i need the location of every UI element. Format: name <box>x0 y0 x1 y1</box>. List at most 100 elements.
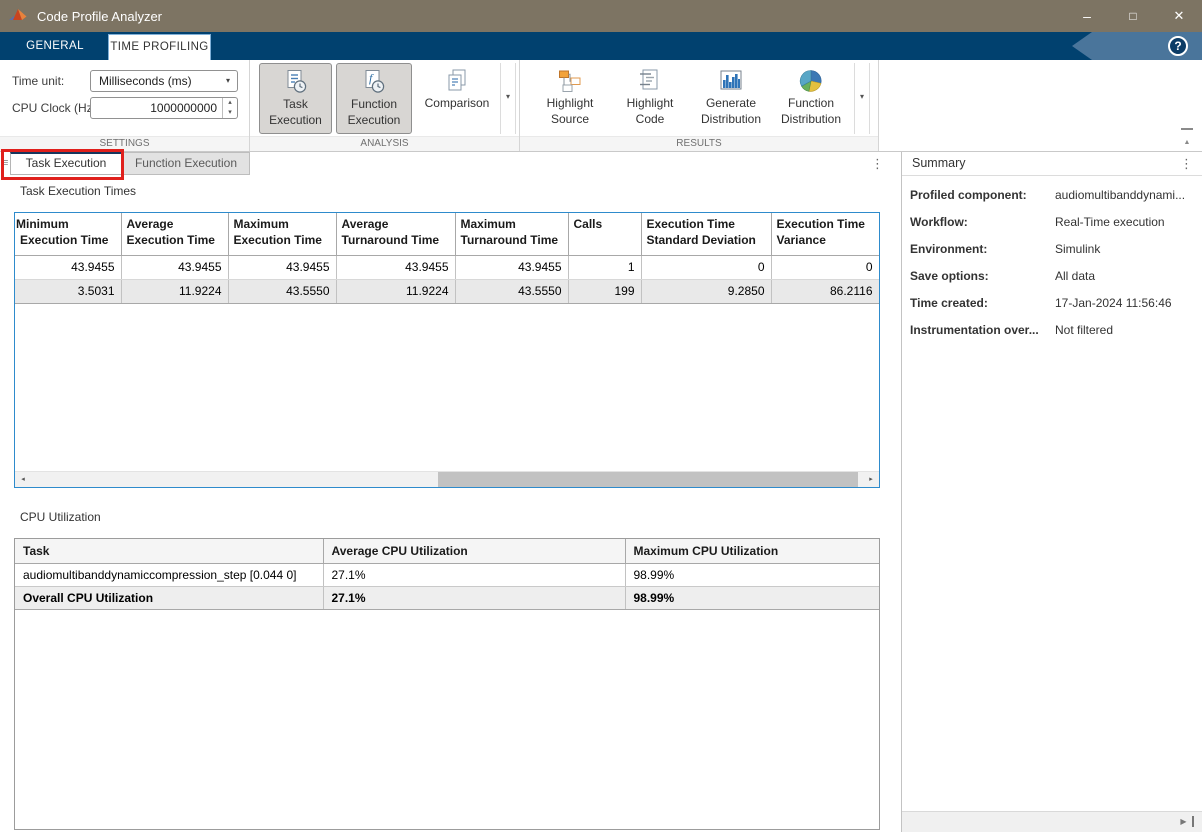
cell: 0 <box>641 255 771 279</box>
help-icon[interactable]: ? <box>1168 36 1188 56</box>
cell: 43.9455 <box>336 255 455 279</box>
time-unit-dropdown[interactable]: Milliseconds (ms) ▾ <box>90 70 238 92</box>
document-tab-bar: ≡ Task Execution Function Execution ⋮ <box>0 152 901 175</box>
section-divider <box>878 60 879 151</box>
scroll-left-icon[interactable]: ◂ <box>15 472 31 487</box>
exec-table-header-row: MinimumExecution Time AverageExecution T… <box>15 213 879 255</box>
cell: 43.5550 <box>228 279 336 303</box>
toolstrip: Time unit: Milliseconds (ms) ▾ CPU Clock… <box>0 60 1202 152</box>
cell: 3.5031 <box>15 279 121 303</box>
cell: 43.5550 <box>455 279 568 303</box>
generate-distribution-label-1: Generate <box>692 95 770 111</box>
cell: 11.9224 <box>121 279 228 303</box>
task-execution-label-2: Execution <box>260 112 331 128</box>
highlight-source-label-2: Source <box>532 111 608 127</box>
cell: audiomultibanddynamiccompression_step [0… <box>15 563 323 586</box>
cell: 43.9455 <box>228 255 336 279</box>
analysis-gallery-dropdown[interactable]: ▾ <box>500 63 516 134</box>
cell: 98.99% <box>625 586 879 609</box>
field-label: Instrumentation over... <box>910 323 1054 337</box>
dock-right-button[interactable]: ▶ <box>1180 816 1194 828</box>
spin-up-icon[interactable]: ▴ <box>223 98 237 108</box>
chevron-down-icon: ▾ <box>506 92 510 101</box>
task-execution-times-heading: Task Execution Times <box>20 184 136 198</box>
table-row[interactable]: 3.5031 11.9224 43.5550 11.9224 43.5550 1… <box>15 279 879 303</box>
cell: 199 <box>568 279 641 303</box>
time-unit-label: Time unit: <box>12 70 64 92</box>
field-label: Time created: <box>910 296 1054 310</box>
summary-menu-icon[interactable]: ⋮ <box>1180 156 1193 172</box>
field-value: Simulink <box>1055 242 1198 256</box>
collapse-toolstrip-button[interactable]: ▲ <box>1181 128 1193 149</box>
cpu-clock-spin-buttons: ▴ ▾ <box>222 98 237 118</box>
cell: 27.1% <box>323 586 625 609</box>
column-header[interactable]: MaximumExecution Time <box>228 213 336 255</box>
spin-down-icon[interactable]: ▾ <box>223 108 237 118</box>
cell: 11.9224 <box>336 279 455 303</box>
function-distribution-icon <box>798 68 824 94</box>
dock-right-bar <box>1192 816 1194 827</box>
cell: 27.1% <box>323 563 625 586</box>
task-execution-times-table: MinimumExecution Time AverageExecution T… <box>14 212 880 488</box>
cell: 0 <box>771 255 879 279</box>
tab-task-execution[interactable]: Task Execution <box>10 152 122 175</box>
column-header[interactable]: Average CPU Utilization <box>323 539 625 563</box>
results-gallery-dropdown[interactable]: ▾ <box>854 63 870 134</box>
column-header[interactable]: AverageTurnaround Time <box>336 213 455 255</box>
cpu-utilization-table: Task Average CPU Utilization Maximum CPU… <box>14 538 880 830</box>
summary-header: Summary ⋮ <box>902 152 1202 176</box>
column-header[interactable]: Calls <box>568 213 641 255</box>
field-label: Save options: <box>910 269 1054 283</box>
maximize-icon[interactable]: □ <box>1110 0 1156 32</box>
cell: 86.2116 <box>771 279 879 303</box>
function-distribution-button[interactable]: Function Distribution <box>772 63 850 134</box>
cell: 9.2850 <box>641 279 771 303</box>
column-header[interactable]: Execution TimeVariance <box>771 213 879 255</box>
cell: 1 <box>568 255 641 279</box>
close-icon[interactable]: ✕ <box>1156 0 1202 32</box>
column-header[interactable]: MinimumExecution Time <box>15 213 121 255</box>
cpu-clock-input[interactable] <box>91 98 221 118</box>
comparison-button[interactable]: Comparison <box>417 63 497 134</box>
scrollbar-thumb[interactable] <box>438 472 858 487</box>
column-header[interactable]: MaximumTurnaround Time <box>455 213 568 255</box>
horizontal-scrollbar[interactable]: ◂ ▸ <box>15 471 879 487</box>
function-execution-label-2: Execution <box>337 112 411 128</box>
profiling-pane: ≡ Task Execution Function Execution ⋮ Ta… <box>0 152 901 832</box>
code-profile-analyzer-window: Code Profile Analyzer – □ ✕ GENERAL TIME… <box>0 0 1202 832</box>
field-label: Workflow: <box>910 215 1054 229</box>
tab-time-profiling[interactable]: TIME PROFILING <box>108 34 211 60</box>
column-header[interactable]: Maximum CPU Utilization <box>625 539 879 563</box>
highlight-source-label-1: Highlight <box>532 95 608 111</box>
results-section-label: RESULTS <box>520 136 878 151</box>
chevron-down-icon: ▾ <box>860 92 864 101</box>
task-execution-label-1: Task <box>260 96 331 112</box>
tab-function-execution[interactable]: Function Execution <box>122 152 250 175</box>
generate-distribution-label-2: Distribution <box>692 111 770 127</box>
generate-distribution-button[interactable]: Generate Distribution <box>692 63 770 134</box>
tab-bar-menu-icon[interactable]: ⋮ <box>871 156 884 172</box>
highlight-code-button[interactable]: Highlight Code <box>612 63 688 134</box>
minimize-icon[interactable]: – <box>1064 0 1110 32</box>
cpu-clock-label: CPU Clock (Hz): <box>12 97 100 119</box>
column-header[interactable]: AverageExecution Time <box>121 213 228 255</box>
task-execution-icon <box>283 69 309 95</box>
comparison-label: Comparison <box>417 95 497 111</box>
column-header[interactable]: Task <box>15 539 323 563</box>
cpu-table-header-row: Task Average CPU Utilization Maximum CPU… <box>15 539 879 563</box>
scroll-right-icon[interactable]: ▸ <box>863 472 879 487</box>
function-execution-button[interactable]: f Function Execution <box>336 63 412 134</box>
collapse-toolstrip-icon: ▲ <box>1184 139 1191 146</box>
chevron-down-icon: ▾ <box>226 71 230 91</box>
tab-list-icon[interactable]: ≡ <box>2 157 8 169</box>
function-execution-icon: f <box>361 69 387 95</box>
highlight-source-button[interactable]: Highlight Source <box>532 63 608 134</box>
table-row[interactable]: 43.9455 43.9455 43.9455 43.9455 43.9455 … <box>15 255 879 279</box>
table-row[interactable]: Overall CPU Utilization 27.1% 98.99% <box>15 586 879 609</box>
task-execution-button[interactable]: Task Execution <box>259 63 332 134</box>
ribbon-tab-bar: GENERAL TIME PROFILING ? <box>0 32 1202 60</box>
table-row[interactable]: audiomultibanddynamiccompression_step [0… <box>15 563 879 586</box>
column-header[interactable]: Execution TimeStandard Deviation <box>641 213 771 255</box>
tab-general[interactable]: GENERAL <box>18 32 92 60</box>
cpu-clock-spinner: ▴ ▾ <box>90 97 238 119</box>
